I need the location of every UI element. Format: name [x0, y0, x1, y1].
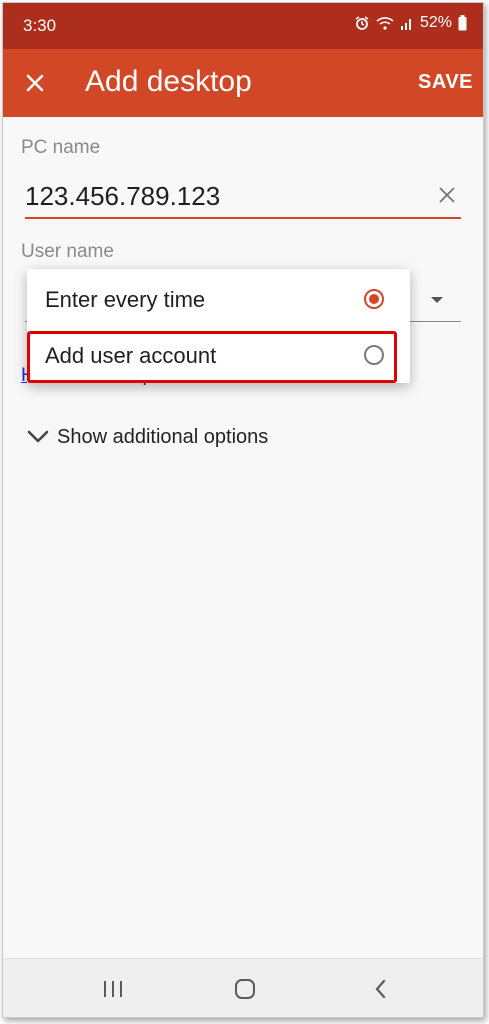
status-icons: 52% [354, 14, 467, 32]
phone-screen: 3:30 52% Add desktop SAVE PC name 123.45… [2, 2, 484, 1018]
user-name-label: User name [21, 241, 114, 262]
show-additional-options[interactable]: Show additional options [27, 423, 268, 451]
status-bar: 3:30 52% [3, 3, 483, 49]
pc-name-value[interactable]: 123.456.789.123 [25, 181, 220, 212]
wifi-icon [376, 15, 394, 31]
close-button[interactable] [17, 65, 53, 101]
page-title: Add desktop [85, 65, 252, 98]
pc-name-input[interactable]: 123.456.789.123 [25, 179, 461, 219]
home-button[interactable] [231, 975, 259, 1003]
radio-checked-icon[interactable] [364, 289, 384, 309]
pc-name-label: PC name [21, 137, 101, 158]
option-label: Enter every time [45, 287, 206, 312]
system-nav-bar [3, 958, 483, 1017]
close-icon [26, 74, 44, 92]
app-bar: Add desktop SAVE [3, 49, 483, 117]
battery-icon [458, 15, 467, 31]
recent-apps-button[interactable] [99, 975, 127, 1003]
alarm-icon [354, 15, 370, 31]
highlight-box [27, 331, 397, 383]
signal-icon [400, 15, 414, 31]
clear-input-button[interactable] [433, 181, 461, 209]
recent-apps-icon [104, 981, 122, 997]
home-icon [235, 979, 255, 999]
option-enter-every-time[interactable]: Enter every time [27, 273, 410, 329]
back-button[interactable] [367, 975, 395, 1003]
back-icon [375, 979, 386, 999]
chevron-down-icon [27, 430, 49, 443]
save-button[interactable]: SAVE [418, 71, 473, 94]
dropdown-arrow-icon[interactable] [431, 297, 443, 303]
clear-icon [439, 187, 455, 203]
status-time: 3:30 [23, 16, 57, 35]
battery-percent: 52% [419, 14, 452, 31]
show-additional-options-label: Show additional options [57, 425, 269, 448]
